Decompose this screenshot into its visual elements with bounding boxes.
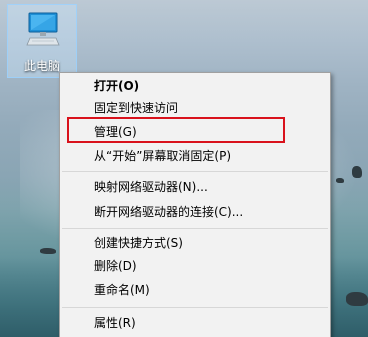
menu-item-rename[interactable]: 重命名(M) bbox=[94, 279, 150, 301]
menu-separator bbox=[62, 228, 328, 229]
menu-item-delete[interactable]: 删除(D) bbox=[94, 255, 137, 277]
manage-highlight-box bbox=[67, 117, 285, 143]
menu-item-pin-quick-access[interactable]: 固定到快速访问 bbox=[94, 97, 178, 119]
wallpaper-rock bbox=[346, 292, 368, 306]
context-menu: 打开(O) 固定到快速访问 管理(G) 从“开始”屏幕取消固定(P) 映射网络驱… bbox=[59, 72, 331, 337]
menu-item-properties[interactable]: 属性(R) bbox=[94, 312, 136, 334]
wallpaper-rock bbox=[352, 166, 362, 178]
menu-item-open[interactable]: 打开(O) bbox=[94, 75, 139, 97]
computer-icon bbox=[26, 12, 60, 46]
menu-item-create-shortcut[interactable]: 创建快捷方式(S) bbox=[94, 232, 183, 254]
this-pc-desktop-icon[interactable]: 此电脑 bbox=[7, 4, 77, 78]
wallpaper-rock bbox=[336, 178, 344, 183]
menu-separator bbox=[62, 171, 328, 172]
wallpaper-rock bbox=[40, 248, 56, 254]
menu-separator bbox=[62, 307, 328, 308]
menu-item-map-network-drive[interactable]: 映射网络驱动器(N)... bbox=[94, 176, 208, 198]
menu-item-disconnect-network-drive[interactable]: 断开网络驱动器的连接(C)... bbox=[94, 201, 243, 223]
menu-item-unpin-start[interactable]: 从“开始”屏幕取消固定(P) bbox=[94, 145, 231, 167]
desktop[interactable]: 此电脑 打开(O) 固定到快速访问 管理(G) 从“开始”屏幕取消固定(P) 映… bbox=[0, 0, 368, 337]
